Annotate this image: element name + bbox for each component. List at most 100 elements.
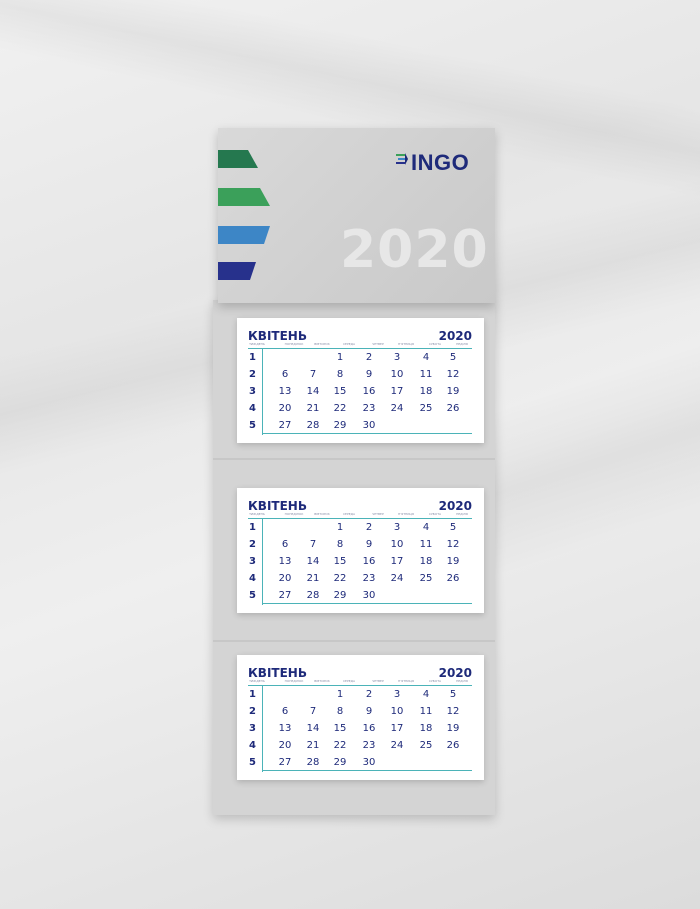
day-cell: 20 — [278, 403, 292, 414]
weekday-name: СУБОТА — [428, 512, 442, 516]
week-number: 1 — [249, 689, 256, 700]
weekday-name: ВІВТОРОК — [314, 512, 330, 516]
day-cell: 8 — [336, 539, 344, 550]
day-cell: 20 — [278, 573, 292, 584]
day-cell: 26 — [446, 740, 460, 751]
day-cell: 24 — [390, 573, 404, 584]
week-number: 5 — [249, 757, 256, 768]
day-cell: 7 — [309, 706, 317, 717]
day-cell: 11 — [419, 369, 433, 380]
day-cell: 30 — [362, 757, 376, 768]
day-cell: 22 — [333, 740, 347, 751]
week-number: 1 — [249, 352, 256, 363]
day-cell: 5 — [449, 352, 457, 363]
day-cell: 22 — [333, 573, 347, 584]
week-number: 5 — [249, 590, 256, 601]
day-cell: 21 — [306, 403, 320, 414]
day-cell: 5 — [449, 689, 457, 700]
day-cell: 12 — [446, 369, 460, 380]
day-cell: 19 — [446, 556, 460, 567]
weekday-name: ВІВТОРОК — [314, 342, 330, 346]
month-card: КВІТЕНЬ 2020 ТИЖДЕНЬ ПОНЕДІЛОК ВІВТОРОК СЕРЕД… — [237, 318, 484, 443]
brand-logo-text: INGO — [411, 150, 470, 175]
day-cell: 12 — [446, 706, 460, 717]
day-cell: 7 — [309, 539, 317, 550]
day-cell: 10 — [390, 539, 404, 550]
grid-bottom-line — [262, 433, 472, 434]
weekday-name: П'ЯТНИЦЯ — [398, 342, 414, 346]
day-cell: 24 — [390, 740, 404, 751]
day-cell: 17 — [390, 556, 404, 567]
day-cell: 7 — [309, 369, 317, 380]
day-cell: 18 — [419, 723, 433, 734]
weekday-name: ЧЕТВЕР — [372, 342, 384, 346]
day-cell: 27 — [278, 590, 292, 601]
grid-top-line — [248, 518, 472, 519]
ingo-logo-icon — [396, 153, 408, 165]
weekday-name: ЧЕТВЕР — [372, 679, 384, 683]
fold-line — [213, 640, 495, 642]
day-cell: 14 — [306, 556, 320, 567]
day-cell: 15 — [333, 556, 347, 567]
day-cell: 24 — [390, 403, 404, 414]
day-cell: 8 — [336, 369, 344, 380]
day-cell: 30 — [362, 420, 376, 431]
day-cell: 2 — [365, 522, 373, 533]
month-card: КВІТЕНЬ 2020 ТИЖДЕНЬ ПОНЕДІЛОК ВІВТОРОК СЕРЕД… — [237, 655, 484, 780]
day-cell: 29 — [333, 420, 347, 431]
weekday-name: ТИЖДЕНЬ — [249, 512, 265, 516]
day-cell: 6 — [281, 539, 289, 550]
weekday-name: ТИЖДЕНЬ — [249, 342, 265, 346]
header-year: 2020 — [340, 220, 489, 280]
week-number: 5 — [249, 420, 256, 431]
month-title: КВІТЕНЬ — [248, 499, 307, 513]
weekday-name: ПОНЕДІЛОК — [284, 679, 304, 683]
day-cell: 3 — [393, 522, 401, 533]
weekday-name: ЧЕТВЕР — [372, 512, 384, 516]
week-number: 2 — [249, 706, 256, 717]
day-cell: 9 — [365, 539, 373, 550]
stripe-dark-green — [218, 150, 258, 168]
grid-bottom-line — [262, 603, 472, 604]
day-cell: 6 — [281, 369, 289, 380]
week-number: 3 — [249, 723, 256, 734]
day-cell: 13 — [278, 386, 292, 397]
day-cell: 15 — [333, 723, 347, 734]
day-cell: 25 — [419, 740, 433, 751]
day-cell: 11 — [419, 706, 433, 717]
day-cell: 16 — [362, 723, 376, 734]
day-cell: 18 — [419, 556, 433, 567]
day-cell: 29 — [333, 757, 347, 768]
weekday-name: СУБОТА — [428, 342, 442, 346]
stripe-blue — [218, 226, 270, 244]
day-cell: 16 — [362, 556, 376, 567]
day-cell: 25 — [419, 403, 433, 414]
weekday-name: СЕРЕДА — [342, 679, 356, 683]
day-cell: 13 — [278, 556, 292, 567]
week-number: 3 — [249, 386, 256, 397]
day-cell: 3 — [393, 689, 401, 700]
grid-left-line — [262, 685, 263, 772]
brand-stripes — [218, 150, 270, 280]
day-cell: 23 — [362, 573, 376, 584]
day-cell: 30 — [362, 590, 376, 601]
weekday-name: П'ЯТНИЦЯ — [398, 679, 414, 683]
day-cell: 27 — [278, 757, 292, 768]
week-number: 2 — [249, 369, 256, 380]
day-cell: 4 — [422, 352, 430, 363]
day-cell: 21 — [306, 740, 320, 751]
day-cell: 8 — [336, 706, 344, 717]
weekday-name: НЕДІЛЯ — [456, 512, 468, 516]
day-cell: 9 — [365, 369, 373, 380]
month-card: КВІТЕНЬ 2020 ТИЖДЕНЬ ПОНЕДІЛОК ВІВТОРОК СЕРЕД… — [237, 488, 484, 613]
stripe-navy — [218, 262, 256, 280]
month-title: КВІТЕНЬ — [248, 329, 307, 343]
weekday-name: НЕДІЛЯ — [456, 679, 468, 683]
month-year: 2020 — [438, 329, 472, 343]
day-cell: 25 — [419, 573, 433, 584]
day-cell: 14 — [306, 386, 320, 397]
weekday-name: П'ЯТНИЦЯ — [398, 512, 414, 516]
day-cell: 26 — [446, 403, 460, 414]
day-cell: 14 — [306, 723, 320, 734]
grid-bottom-line — [262, 770, 472, 771]
